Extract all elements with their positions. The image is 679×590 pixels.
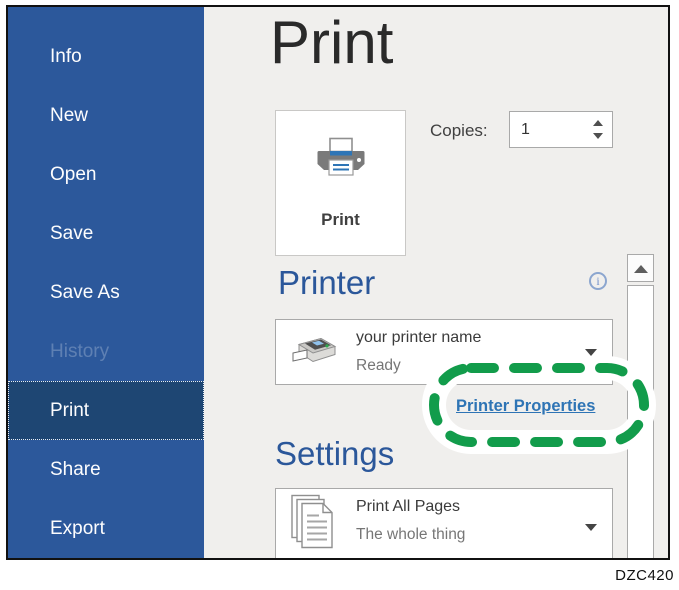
print-pane: Print Print Copies: 1 i Printer your pri…	[204, 7, 668, 558]
printer-device-icon	[290, 330, 338, 375]
page-title: Print	[270, 9, 394, 76]
sidebar-item-label: Print	[50, 399, 90, 421]
spin-down-icon[interactable]	[593, 133, 603, 139]
sidebar-item-label: Share	[50, 458, 101, 480]
sidebar-item-new[interactable]: New	[8, 86, 204, 145]
sidebar-item-label: Open	[50, 163, 97, 185]
document-pages-icon	[290, 494, 336, 557]
sidebar-item-label: Info	[50, 45, 82, 67]
vertical-scrollbar[interactable]	[627, 254, 654, 558]
sidebar-item-label: Save As	[50, 281, 120, 303]
sidebar-item-share[interactable]: Share	[8, 440, 204, 499]
info-icon-glyph: i	[596, 274, 600, 288]
printer-section-heading: Printer	[278, 264, 376, 301]
copies-label: Copies:	[430, 121, 488, 140]
sidebar-item-label: Save	[50, 222, 94, 244]
sidebar-item-info[interactable]: Info	[8, 27, 204, 86]
scroll-up-button[interactable]	[627, 254, 654, 282]
sidebar-item-open[interactable]: Open	[8, 145, 204, 204]
printer-name: your printer name	[356, 329, 482, 346]
sidebar-item-save[interactable]: Save	[8, 204, 204, 263]
chevron-down-icon	[585, 524, 597, 531]
scrollbar-thumb[interactable]	[627, 285, 654, 558]
info-icon[interactable]: i	[589, 272, 607, 290]
printer-icon	[314, 137, 368, 188]
sidebar-item-label: Export	[50, 517, 105, 539]
backstage-print-view: Info New Open Save Save As History Print…	[6, 5, 670, 560]
chevron-down-icon	[585, 349, 597, 356]
copies-input[interactable]	[510, 112, 582, 147]
sidebar-item-export[interactable]: Export	[8, 499, 204, 558]
sidebar-item-label: New	[50, 104, 89, 126]
printer-status: Ready	[356, 357, 401, 374]
print-button-label: Print	[321, 210, 360, 229]
print-button[interactable]: Print	[275, 110, 406, 256]
printer-select-dropdown[interactable]: your printer name Ready	[275, 319, 613, 385]
settings-section-heading: Settings	[275, 435, 395, 472]
copies-spin-buttons	[584, 112, 612, 147]
backstage-sidebar: Info New Open Save Save As History Print…	[8, 7, 204, 558]
print-range-description: The whole thing	[356, 526, 466, 543]
sidebar-item-label: History	[50, 340, 110, 362]
copies-stepper	[509, 111, 613, 148]
print-range-option: Print All Pages	[356, 498, 461, 515]
sidebar-item-save-as[interactable]: Save As	[8, 263, 204, 322]
spin-up-icon[interactable]	[593, 120, 603, 126]
printer-properties-link[interactable]: Printer Properties	[456, 397, 595, 416]
print-range-dropdown[interactable]: Print All Pages The whole thing	[275, 488, 613, 558]
sidebar-item-history: History	[8, 322, 204, 381]
figure-label: DZC420	[615, 567, 674, 584]
scroll-up-icon	[634, 265, 648, 273]
sidebar-item-print[interactable]: Print	[8, 381, 204, 440]
